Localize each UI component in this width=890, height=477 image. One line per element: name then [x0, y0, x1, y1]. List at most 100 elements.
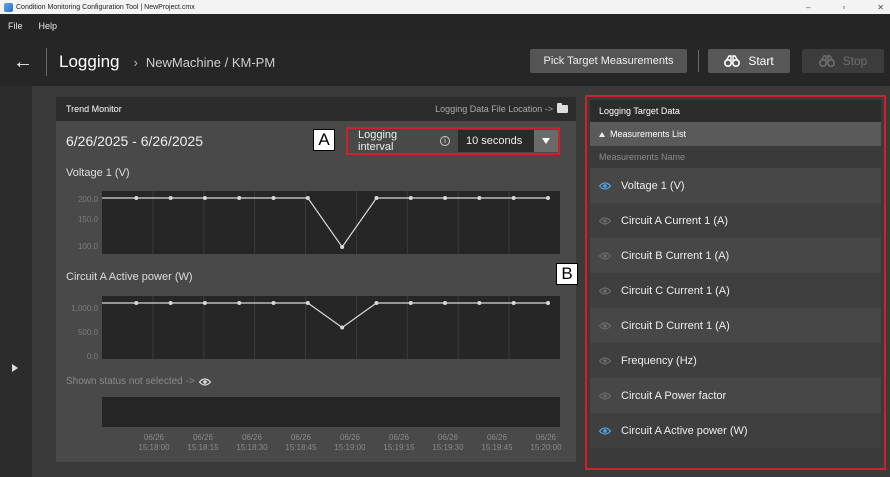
measurement-row[interactable]: Circuit A Power factor [590, 378, 881, 413]
measurement-row[interactable]: Circuit B Current 1 (A) [590, 238, 881, 273]
chart-2-label: Circuit A Active power (W) [66, 271, 193, 283]
chart-1-series [102, 191, 550, 254]
measurement-row[interactable]: Circuit A Current 1 (A) [590, 203, 881, 238]
stop-label: Stop [842, 54, 868, 68]
logging-interval-select[interactable]: 10 seconds [458, 130, 558, 152]
file-location-link[interactable]: Logging Data File Location -> [435, 103, 568, 114]
data-point [237, 196, 242, 200]
data-point [511, 301, 516, 305]
callout-b: B [556, 263, 578, 285]
measurements-list-toggle[interactable]: Measurements List [590, 122, 881, 146]
shown-status: Shown status not selected -> [66, 376, 212, 387]
x-tick-time: 15:20:00 [530, 443, 562, 452]
breadcrumb: › NewMachine / KM-PM [134, 55, 276, 70]
measurement-row[interactable]: Circuit C Current 1 (A) [590, 273, 881, 308]
measurement-row[interactable]: Frequency (Hz) [590, 343, 881, 378]
data-point [477, 301, 482, 305]
minimize-button[interactable]: – [806, 3, 810, 12]
expand-arrow-icon[interactable] [12, 364, 18, 372]
eye-icon[interactable] [598, 216, 612, 226]
x-tick-date: 06/26 [486, 433, 508, 442]
x-tick-date: 06/26 [143, 433, 165, 442]
x-tick-time: 15:19:30 [432, 443, 464, 452]
eye-icon[interactable] [598, 426, 612, 436]
trend-monitor-panel: Trend Monitor Logging Data File Location… [56, 97, 576, 462]
menu-help[interactable]: Help [31, 21, 66, 31]
logging-target-panel: Logging Target Data Measurements List Me… [585, 95, 886, 470]
dropdown-arrow-icon[interactable] [534, 130, 558, 152]
window-controls: – ▫ ✕ [806, 3, 890, 12]
measurement-row[interactable]: Circuit A Active power (W) [590, 413, 881, 448]
x-tick-label: 06/26 15:19:45 [473, 433, 521, 453]
measurement-name: Frequency (Hz) [621, 354, 697, 367]
measurements-name-header: Measurements Name [590, 146, 881, 168]
measurement-row[interactable]: Voltage 1 (V) [590, 168, 881, 203]
data-point [271, 301, 276, 305]
stop-button[interactable]: Stop [802, 49, 884, 73]
eye-icon[interactable] [598, 356, 612, 366]
x-tick-date: 06/26 [388, 433, 410, 442]
measurement-name: Voltage 1 (V) [621, 179, 685, 192]
folder-icon[interactable] [557, 103, 568, 113]
chart-1-ytick: 200.0 [77, 195, 98, 204]
data-point [202, 196, 207, 200]
data-point [408, 301, 413, 305]
chart-2-ytick: 500.0 [77, 328, 98, 337]
chart-2-ytick: 1,000.0 [71, 304, 98, 313]
app-icon [4, 2, 13, 12]
eye-icon[interactable] [598, 251, 612, 261]
x-tick-time: 15:19:00 [334, 443, 366, 452]
measurement-row[interactable]: Circuit D Current 1 (A) [590, 308, 881, 343]
x-tick-label: 06/26 15:20:00 [522, 433, 570, 453]
data-point [305, 196, 310, 200]
x-tick-time: 15:18:30 [236, 443, 268, 452]
maximize-button[interactable]: ▫ [842, 3, 845, 12]
chart-1-ytick: 150.0 [77, 215, 98, 224]
x-tick-label: 06/26 15:19:00 [326, 433, 374, 453]
measurement-name: Circuit A Current 1 (A) [621, 214, 728, 227]
data-point [305, 301, 310, 305]
side-panel-toggle-strip[interactable] [0, 86, 32, 477]
x-tick-label: 06/26 15:18:00 [130, 433, 178, 453]
x-tick-time: 15:19:45 [481, 443, 513, 452]
file-location-label: Logging Data File Location -> [435, 104, 553, 114]
x-tick-time: 15:18:45 [285, 443, 317, 452]
breadcrumb-path: NewMachine / KM-PM [145, 54, 276, 70]
menu-bar: File Help [0, 14, 890, 38]
window-title: Condition Monitoring Configuration Tool … [16, 3, 195, 11]
data-point [271, 196, 276, 200]
data-point [477, 196, 482, 200]
data-point [408, 196, 413, 200]
series-line [102, 302, 548, 329]
timeline-strip[interactable] [102, 397, 560, 427]
data-point [202, 301, 207, 305]
title-bar: Condition Monitoring Configuration Tool … [0, 0, 890, 14]
data-point [374, 301, 379, 305]
data-point [340, 245, 345, 249]
stop-binoculars-icon [818, 55, 835, 68]
page-header: ← Logging › NewMachine / KM-PM Pick Targ… [0, 38, 890, 86]
close-button[interactable]: ✕ [877, 3, 884, 12]
data-point [134, 196, 139, 200]
data-point [443, 301, 448, 305]
eye-icon[interactable] [598, 391, 612, 401]
back-arrow-icon[interactable]: ← [0, 51, 46, 74]
eye-icon[interactable] [598, 286, 612, 296]
menu-file[interactable]: File [0, 21, 31, 31]
start-label: Start [748, 54, 774, 68]
eye-icon[interactable] [598, 181, 612, 191]
info-icon[interactable]: i [440, 136, 450, 146]
x-tick-time: 15:19:15 [383, 443, 415, 452]
pick-target-measurements-button[interactable]: Pick Target Measurements [530, 49, 687, 73]
eye-icon[interactable] [198, 377, 212, 387]
trend-monitor-header: Trend Monitor Logging Data File Location… [56, 97, 576, 121]
eye-icon[interactable] [598, 321, 612, 331]
x-tick-date: 06/26 [339, 433, 361, 442]
shown-status-text: Shown status not selected -> [66, 376, 195, 387]
start-button[interactable]: Start [708, 49, 790, 73]
x-tick-date: 06/26 [437, 433, 459, 442]
measurements-list-label: Measurements List [610, 129, 687, 139]
x-tick-label: 06/26 15:18:45 [277, 433, 325, 453]
measurement-name: Circuit B Current 1 (A) [621, 249, 730, 262]
page-title: Logging [59, 52, 120, 71]
